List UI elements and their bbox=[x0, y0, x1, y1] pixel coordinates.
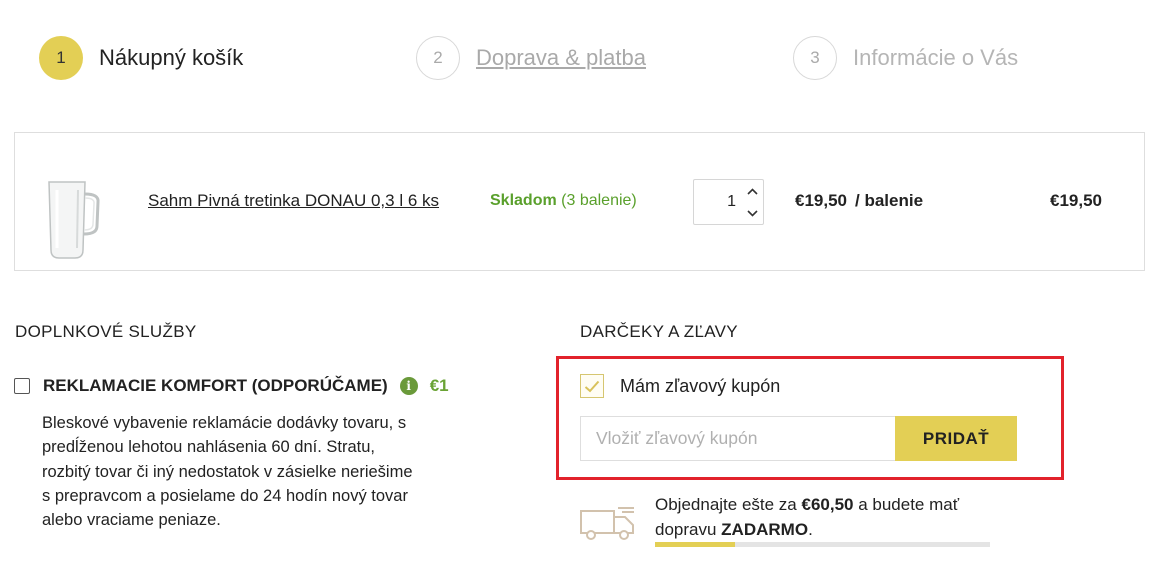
step-cart: 1 Nákupný košík bbox=[39, 36, 243, 80]
quantity-input[interactable] bbox=[694, 180, 742, 224]
shipping-remaining-amount: €60,50 bbox=[801, 495, 854, 514]
stock-status: Skladom (3 balenie) bbox=[490, 192, 637, 210]
shipping-free-label: ZADARMO bbox=[721, 520, 809, 539]
step-shipping-payment[interactable]: 2 Doprava & platba bbox=[416, 36, 646, 80]
cart-item-row: Sahm Pivná tretinka DONAU 0,3 l 6 ks Skl… bbox=[14, 132, 1145, 271]
chevron-up-icon[interactable] bbox=[742, 180, 763, 202]
free-shipping-progress-fill bbox=[655, 542, 736, 547]
shipping-text-after: . bbox=[808, 520, 813, 539]
product-image[interactable] bbox=[45, 178, 101, 260]
step-number: 2 bbox=[416, 36, 460, 80]
shipping-text-before: Objednajte ešte za bbox=[655, 495, 802, 514]
service-option: REKLAMACIE KOMFORT (ODPORÚČAME) i €1 bbox=[14, 376, 449, 396]
services-title: DOPLNKOVÉ SLUŽBY bbox=[15, 322, 197, 341]
unit-price: €19,50 / balenie bbox=[795, 191, 923, 211]
total-price: €19,50 bbox=[1050, 191, 1102, 210]
step-customer-info: 3 Informácie o Vás bbox=[793, 36, 1018, 80]
truck-icon bbox=[580, 507, 634, 540]
step-number: 3 bbox=[793, 36, 837, 80]
service-checkbox[interactable] bbox=[14, 378, 30, 394]
unit-price-label: / balenie bbox=[855, 191, 924, 210]
service-name[interactable]: REKLAMACIE KOMFORT (ODPORÚČAME) bbox=[43, 376, 388, 396]
quantity-stepper[interactable] bbox=[693, 179, 764, 225]
stock-count: (3 balenie) bbox=[561, 192, 637, 209]
stock-label: Skladom bbox=[490, 192, 557, 209]
step-label-link[interactable]: Doprava & platba bbox=[476, 45, 646, 71]
step-number: 1 bbox=[39, 36, 83, 80]
service-price: €1 bbox=[429, 376, 449, 395]
coupon-toggle[interactable]: Mám zľavový kupón bbox=[580, 374, 780, 398]
chevron-down-icon[interactable] bbox=[742, 202, 763, 224]
coupon-checkbox-label[interactable]: Mám zľavový kupón bbox=[620, 376, 780, 397]
info-icon[interactable]: i bbox=[399, 377, 418, 395]
unit-price-value: €19,50 bbox=[795, 191, 847, 210]
free-shipping-message: Objednajte ešte za €60,50 a budete mať d… bbox=[655, 492, 1005, 542]
coupon-code-input[interactable] bbox=[580, 416, 896, 461]
step-label: Nákupný košík bbox=[99, 45, 244, 70]
service-description: Bleskové vybavenie reklamácie dodávky to… bbox=[42, 414, 413, 530]
check-icon bbox=[584, 380, 600, 392]
step-label: Informácie o Vás bbox=[853, 45, 1019, 70]
product-name-link[interactable]: Sahm Pivná tretinka DONAU 0,3 l 6 ks bbox=[148, 191, 439, 211]
add-coupon-button[interactable]: PRIDAŤ bbox=[895, 416, 1017, 461]
discounts-title: DARČEKY A ZĽAVY bbox=[580, 322, 738, 341]
coupon-checkbox[interactable] bbox=[580, 374, 604, 398]
free-shipping-progress bbox=[655, 542, 990, 547]
